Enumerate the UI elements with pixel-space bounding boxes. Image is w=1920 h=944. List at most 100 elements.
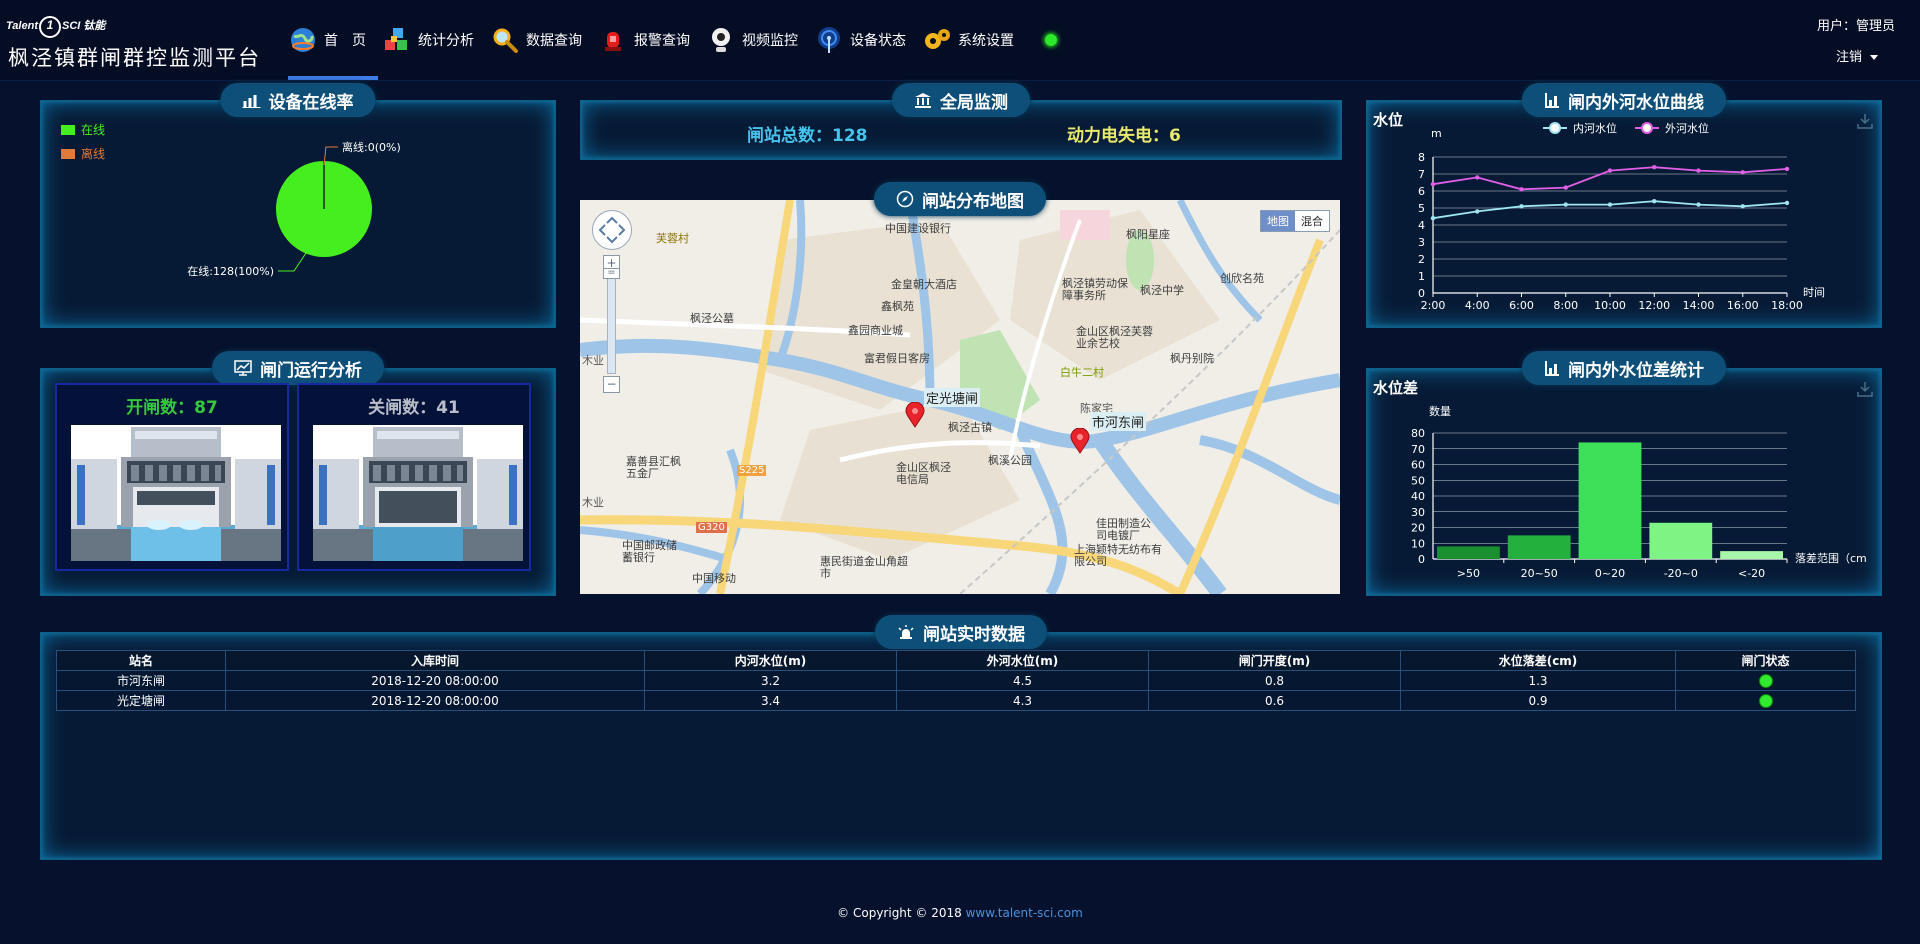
gate-analysis-panel: 闸门运行分析 开闸数：87 关闸数：41 — [40, 351, 556, 596]
globe-icon — [288, 25, 318, 55]
nav-device-status[interactable]: 设备状态 — [810, 0, 918, 80]
series-point[interactable] — [1475, 175, 1480, 180]
series-point[interactable] — [1696, 202, 1701, 207]
map-poi[interactable]: 佳田制造公司电镀厂 — [1096, 518, 1156, 542]
map-poi[interactable]: 上海颖特无纺布有限公司 — [1074, 544, 1166, 568]
table-row[interactable]: 市河东闸 2018-12-20 08:00:00 3.2 4.5 0.8 1.3 — [56, 670, 1856, 691]
series-point[interactable] — [1652, 199, 1657, 204]
map-poi[interactable]: 富君假日客房 — [864, 350, 930, 366]
station-map[interactable]: + = − 地图 混合 中国建设银行 枫阳星座 芙蓉村 金皇朝大酒店 鑫枫苑 枫… — [580, 200, 1340, 594]
series-point[interactable] — [1696, 168, 1701, 173]
x-tick-label: <-20 — [1738, 567, 1765, 580]
station-marker[interactable] — [905, 401, 925, 432]
column-header[interactable]: 闸门开度(m) — [1148, 650, 1401, 671]
y-tick-label: 60 — [1411, 459, 1425, 472]
map-poi[interactable]: 鑫枫苑 — [881, 298, 914, 314]
nav-data-query[interactable]: 数据查询 — [486, 0, 594, 80]
map-poi[interactable]: 中国移动 — [692, 570, 736, 586]
map-poi[interactable]: 金皇朝大酒店 — [891, 276, 957, 292]
series-point[interactable] — [1430, 216, 1436, 221]
open-gates-card[interactable]: 开闸数：87 — [55, 383, 289, 571]
x-tick-label: 8:00 — [1553, 299, 1578, 312]
nav-video[interactable]: 视频监控 — [702, 0, 810, 80]
series-point[interactable] — [1784, 166, 1790, 172]
open-gate-illustration — [71, 425, 281, 561]
map-poi[interactable]: 枫泾公墓 — [690, 310, 734, 326]
series-point[interactable] — [1784, 200, 1790, 206]
table-cell: 1.3 — [1400, 670, 1676, 691]
map-poi[interactable]: 枫泾古镇 — [948, 419, 992, 435]
map-poi[interactable]: 鑫园商业城 — [848, 322, 903, 338]
panel-title: 闸门运行分析 — [212, 351, 384, 385]
series-point[interactable] — [1740, 170, 1745, 175]
map-poi[interactable]: 创欣名苑 — [1220, 270, 1264, 286]
map-poi[interactable]: 中国建设银行 — [885, 220, 951, 236]
x-tick-label: -20~0 — [1664, 567, 1698, 580]
bar[interactable] — [1649, 522, 1713, 559]
station-marker-label[interactable]: 定光塘闸 — [924, 388, 981, 407]
nav-statistics[interactable]: 统计分析 — [378, 0, 486, 80]
bar[interactable] — [1578, 442, 1642, 559]
x-tick-label: 14:00 — [1683, 299, 1715, 312]
webcam-icon — [706, 25, 736, 55]
nav-alarm-query[interactable]: 报警查询 — [594, 0, 702, 80]
column-header[interactable]: 入库时间 — [225, 650, 645, 671]
series-point[interactable] — [1563, 185, 1568, 190]
bar[interactable] — [1720, 551, 1783, 559]
closed-gates-card[interactable]: 关闸数：41 — [297, 383, 531, 571]
legend-label: 内河水位 — [1573, 121, 1617, 135]
table-cell: 0.6 — [1148, 690, 1401, 711]
column-header[interactable]: 外河水位(m) — [896, 650, 1149, 671]
map-poi[interactable]: 枫泾中学 — [1140, 282, 1184, 298]
table-cell: 0.8 — [1148, 670, 1401, 691]
y-tick-label: 10 — [1411, 537, 1425, 550]
map-pin-icon — [905, 401, 925, 428]
series-point[interactable] — [1740, 204, 1745, 209]
y-tick-label: 6 — [1418, 185, 1425, 198]
series-point[interactable] — [1607, 168, 1613, 173]
y-tick-label: 20 — [1411, 522, 1425, 535]
online-pie-chart: 离线:0(0%) 在线:128(100%) — [187, 140, 401, 278]
series-point[interactable] — [1475, 209, 1480, 214]
series-point[interactable] — [1519, 204, 1524, 209]
app-title: 枫泾镇群闸群控监测平台 — [8, 46, 261, 70]
pie-label-offline: 离线:0(0%) — [342, 140, 401, 154]
bank-icon — [914, 92, 932, 108]
table-row[interactable]: 光定塘闸 2018-12-20 08:00:00 3.4 4.3 0.6 0.9 — [56, 690, 1856, 711]
nav-settings[interactable]: 系统设置 — [918, 0, 1026, 80]
series-point[interactable] — [1652, 165, 1657, 170]
column-header[interactable]: 内河水位(m) — [644, 650, 897, 671]
footer-site-link[interactable]: www.talent-sci.com — [966, 906, 1083, 920]
series-point[interactable] — [1519, 187, 1524, 192]
legend-marker[interactable] — [1549, 122, 1561, 134]
legend-marker[interactable] — [1641, 122, 1653, 134]
column-header[interactable]: 水位落差(cm) — [1400, 650, 1676, 671]
map-poi[interactable]: 枫丹别院 — [1170, 350, 1214, 366]
map-poi[interactable]: 嘉善县汇枫五金厂 — [626, 456, 690, 480]
station-marker[interactable] — [1070, 427, 1090, 458]
top-bar: Talent 1 SCI 钛能 枫泾镇群闸群控监测平台 首 页 统计分析 数据查询 — [0, 0, 1920, 81]
station-marker-label[interactable]: 市河东闸 — [1090, 412, 1147, 431]
map-poi[interactable]: 芙蓉村 — [656, 230, 689, 246]
bar[interactable] — [1507, 535, 1571, 559]
column-header[interactable]: 闸门状态 — [1675, 650, 1856, 671]
series-point[interactable] — [1607, 202, 1613, 207]
map-poi[interactable]: 中国邮政储蓄银行 — [622, 540, 682, 564]
current-user: 用户：管理员 — [1816, 19, 1895, 34]
series-point[interactable] — [1563, 202, 1568, 207]
map-poi[interactable]: 白牛二村 — [1060, 364, 1104, 380]
map-poi[interactable]: 惠民街道金山角超市 — [820, 556, 910, 580]
map-poi[interactable]: 枫阳星座 — [1126, 226, 1170, 242]
bar[interactable] — [1437, 546, 1500, 559]
logout-dropdown[interactable]: 注销 — [1836, 46, 1878, 65]
column-header[interactable]: 站名 — [56, 650, 226, 671]
map-poi[interactable]: 金山区枫泾电信局 — [896, 462, 956, 486]
water-diff-panel: 闸内外水位差统计 水位差 数量 0 10 20 30 40 50 60 70 80 >50 20~50… — [1366, 351, 1882, 596]
map-poi[interactable]: 金山区枫泾芙蓉业余艺校 — [1076, 326, 1156, 350]
map-poi[interactable]: 木业 — [582, 352, 604, 368]
map-poi[interactable]: 木业 — [582, 494, 604, 510]
map-poi[interactable]: 枫泾镇劳动保障事务所 — [1062, 278, 1132, 302]
nav-home[interactable]: 首 页 — [284, 0, 378, 80]
series-point[interactable] — [1430, 182, 1436, 187]
map-poi[interactable]: 枫溪公园 — [988, 452, 1032, 468]
